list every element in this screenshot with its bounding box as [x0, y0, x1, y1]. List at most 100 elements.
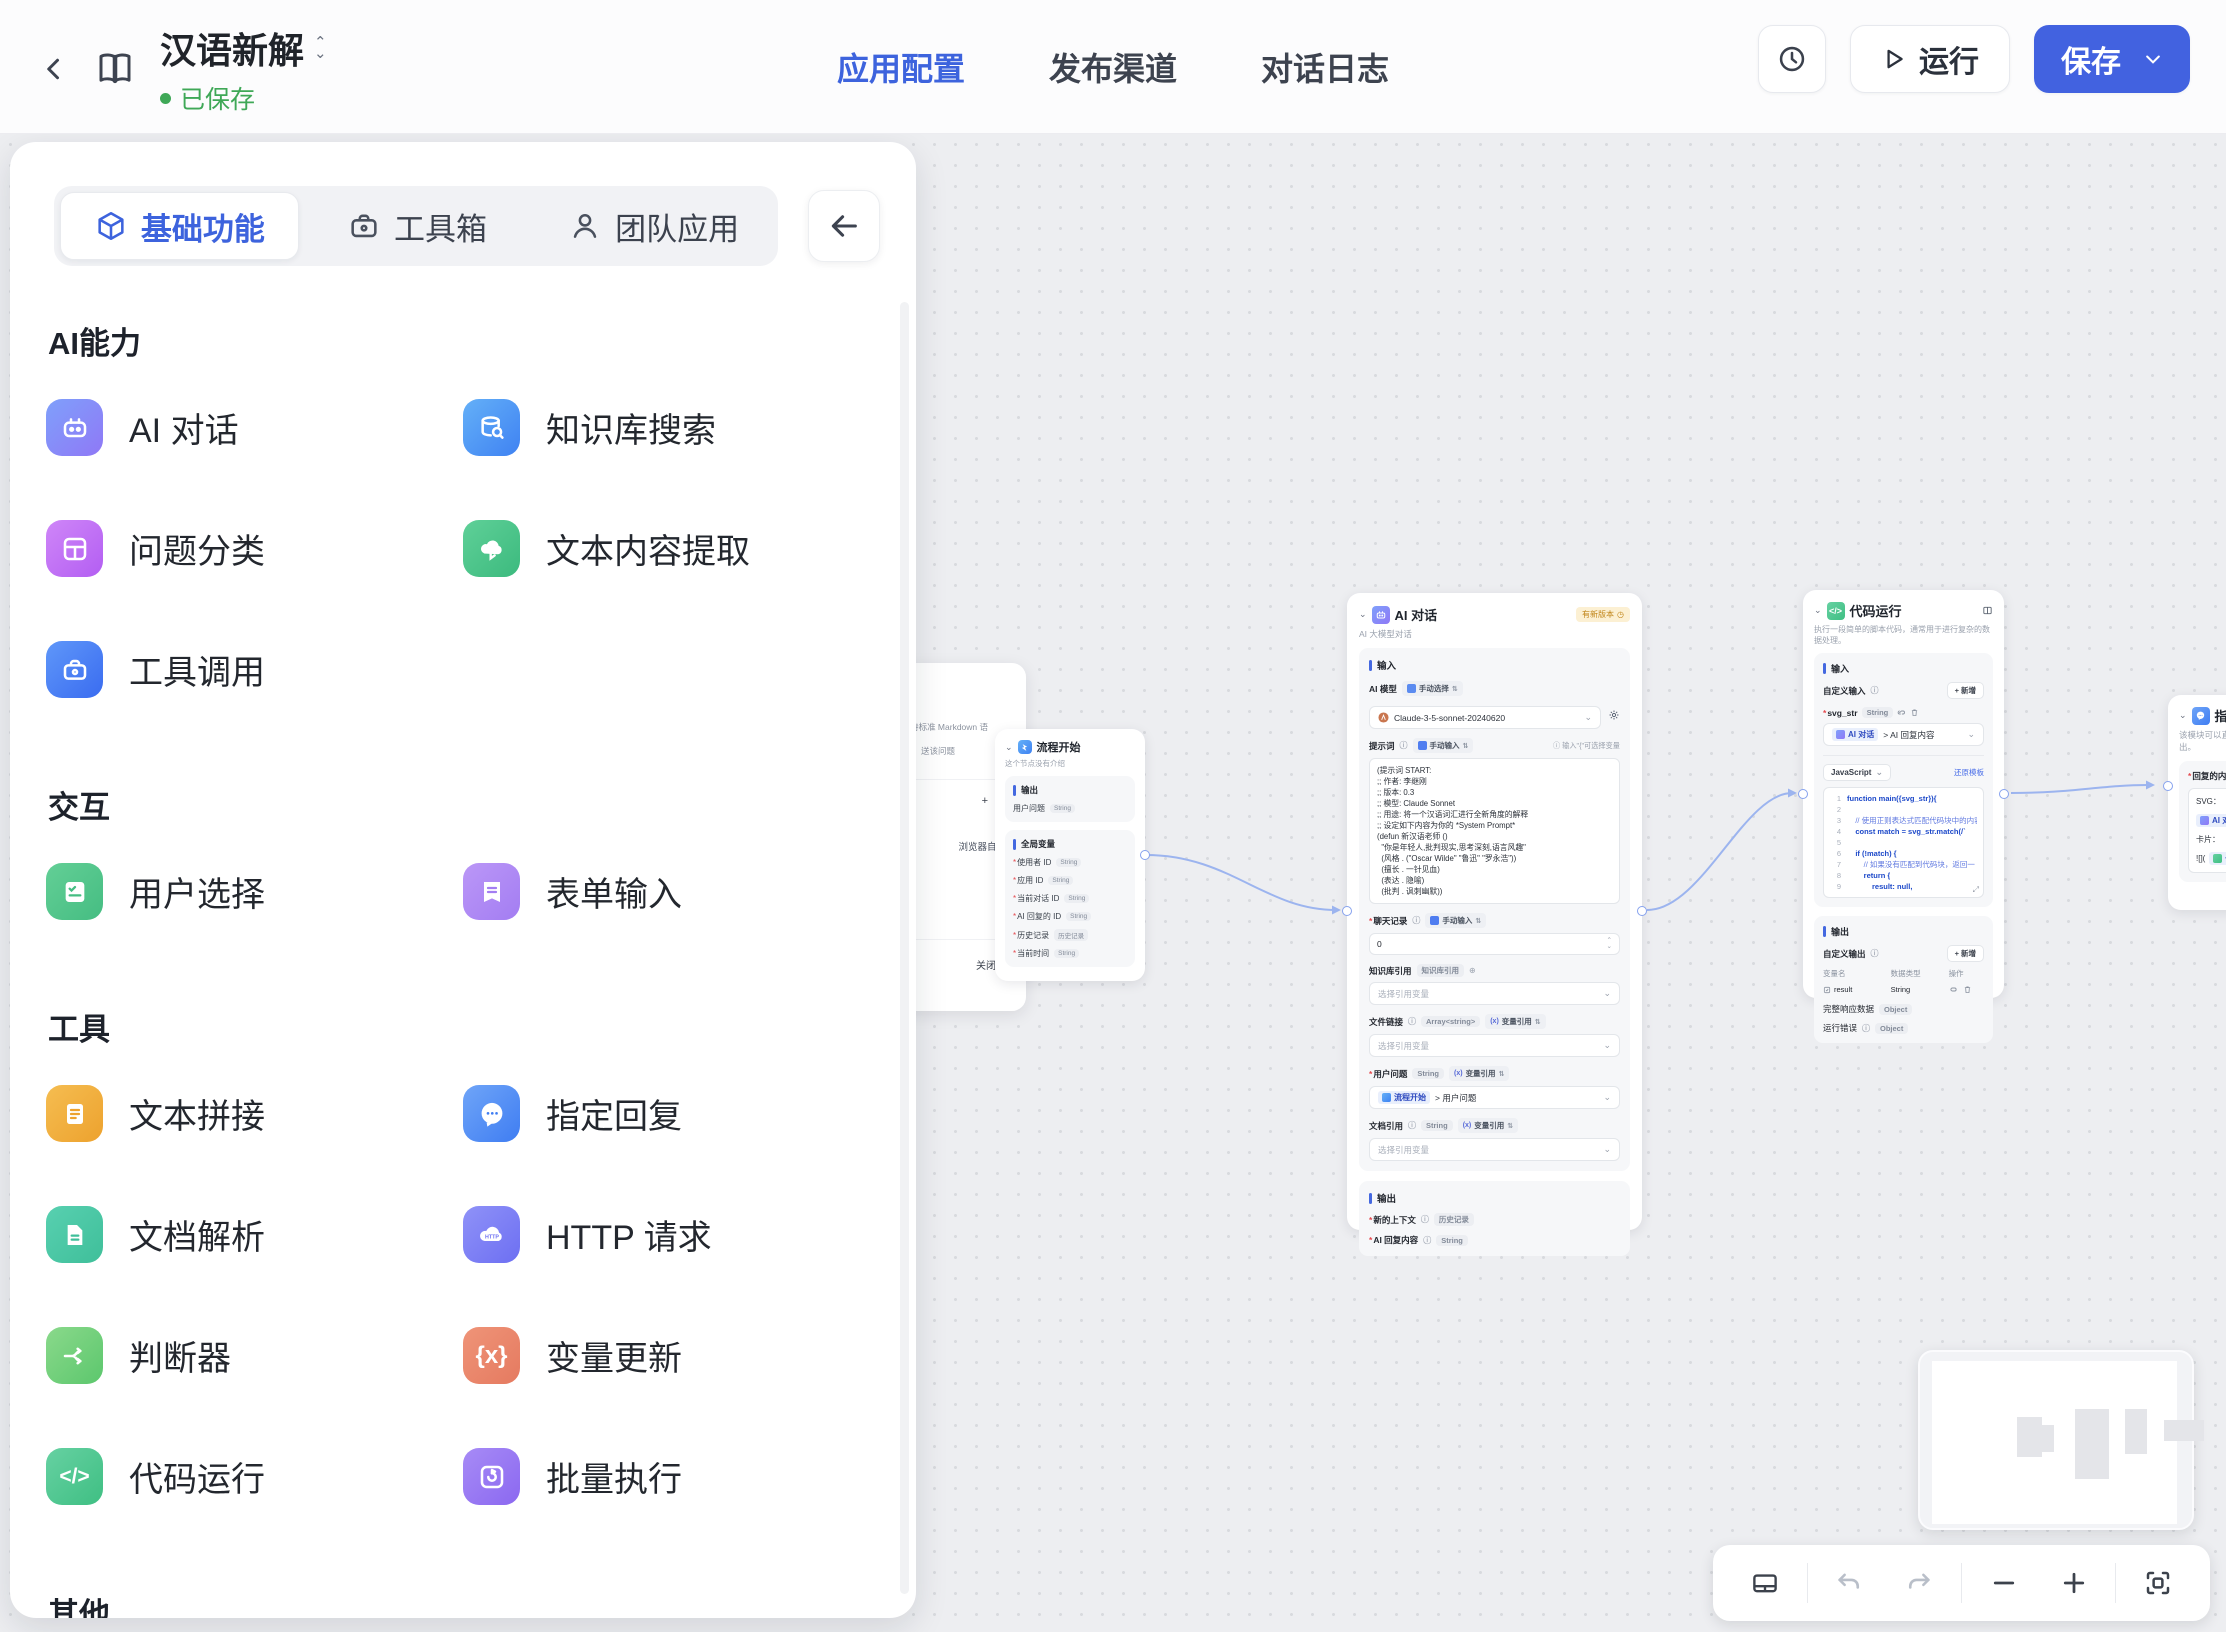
palette-item-variable-update[interactable]: {x} 变量更新	[463, 1327, 880, 1384]
mode-icon	[1406, 684, 1416, 693]
field-row: AI 回复的 IDString	[1013, 911, 1127, 922]
undo-button[interactable]	[1821, 1555, 1877, 1611]
cube-icon	[98, 211, 124, 241]
tab-publish-channels[interactable]: 发布渠道	[1049, 44, 1177, 90]
layout-icon[interactable]	[1982, 605, 1993, 616]
trash-icon[interactable]	[1910, 708, 1919, 717]
file-ref-select[interactable]: 选择引用变量 ⌄	[1369, 1034, 1620, 1057]
tab-toolbox[interactable]: 工具箱	[299, 192, 536, 260]
minimap[interactable]	[1918, 1350, 2204, 1530]
collapse-icon[interactable]: ⌄	[2179, 710, 2187, 721]
code-input-ref-select[interactable]: AI 对话 > AI 回复内容 ⌄	[1823, 723, 1984, 746]
input-port[interactable]	[1342, 906, 1352, 916]
undo-icon	[1838, 1573, 1860, 1589]
collapse-panel-button[interactable]	[808, 190, 880, 262]
palette-item-text-extract[interactable]: 文本内容提取	[463, 520, 880, 577]
zoom-out-button[interactable]	[1976, 1555, 2032, 1611]
input-port[interactable]	[2163, 781, 2173, 791]
node-specified-reply[interactable]: ⌄ 指定回复 该模块可以直接回出。 回复的内容ⓘ SVG： AI 对话 > 卡片…	[2163, 695, 2226, 910]
palette-item-question-classify[interactable]: 问题分类	[46, 520, 463, 577]
history-button[interactable]	[1758, 25, 1826, 93]
mode-badge[interactable]: (x) 变量引用 ⇅	[1485, 1014, 1546, 1029]
expand-icon[interactable]: ⤢	[1973, 885, 1979, 895]
palette-item-form-input[interactable]: 表单输入	[463, 863, 880, 920]
palette-item-tool-call[interactable]: 工具调用	[46, 641, 463, 698]
palette-item-batch-run[interactable]: 批量执行	[463, 1448, 880, 1505]
plus-icon	[2063, 1572, 2084, 1594]
mode-badge[interactable]: (x) 变量引用 ⇅	[1457, 1118, 1519, 1133]
doc-ref-select[interactable]: 选择引用变量 ⌄	[1369, 1138, 1620, 1161]
panel-scrollbar[interactable]	[900, 302, 909, 1594]
close-button[interactable]: 关闭	[976, 957, 996, 972]
model-select[interactable]: Claude-3-5-sonnet-20240620 ⌄	[1369, 706, 1601, 729]
mode-badge[interactable]: 手动输入 ⇅	[1425, 913, 1487, 928]
palette-item-judge[interactable]: 判断器	[46, 1327, 463, 1384]
flow-canvas[interactable]: ，支持标准 Markdown 语 送该问题 + 浏览器自带 关闭 ⌄ 流程开始 …	[0, 134, 2226, 1632]
fit-screen-icon	[2146, 1571, 2170, 1595]
person-icon	[573, 213, 597, 238]
mode-badge[interactable]: 手动输入 ⇅	[1412, 738, 1474, 753]
node-flow-start[interactable]: ⌄ 流程开始 这个节点没有介绍 输出 用户问题 String 全局变量 使用者 …	[995, 729, 1150, 981]
save-button[interactable]: 保存	[2034, 25, 2190, 93]
kb-ref-select[interactable]: 选择引用变量 ⌄	[1369, 982, 1620, 1005]
palette-item-kb-search[interactable]: 知识库搜索	[463, 399, 880, 456]
minimap-node-block	[2017, 1417, 2042, 1457]
output-port[interactable]	[1140, 850, 1150, 860]
fit-view-button[interactable]	[2130, 1555, 2186, 1611]
add-output-button[interactable]: + 新增	[1946, 945, 1984, 962]
zoom-in-button[interactable]	[2046, 1555, 2102, 1611]
palette-item-doc-parse[interactable]: 文档解析	[46, 1206, 463, 1263]
output-port[interactable]	[1999, 789, 2009, 799]
tab-app-config[interactable]: 应用配置	[837, 44, 965, 90]
field-row: 新的上下文ⓘ 历史记录	[1369, 1213, 1620, 1226]
collapse-icon[interactable]: ⌄	[1814, 605, 1822, 616]
trash-icon[interactable]	[1963, 985, 1972, 994]
link-icon[interactable]	[1949, 985, 1958, 994]
collapse-icon[interactable]: ⌄	[1359, 609, 1367, 620]
palette-item-specified-reply[interactable]: 指定回复	[463, 1085, 880, 1142]
input-port[interactable]	[1798, 789, 1808, 799]
prompt-editor[interactable]: (提示词 START: ;; 作者: 李继刚 ;; 版本: 0.3 ;; 模型:…	[1369, 758, 1620, 904]
palette-item-text-concat[interactable]: 文本拼接	[46, 1085, 463, 1142]
chat-history-stepper[interactable]: 0 ⌃ ⌄	[1369, 933, 1620, 955]
reset-template-link[interactable]: 还原模板	[1954, 767, 1984, 778]
back-icon[interactable]	[40, 54, 70, 84]
mode-badge[interactable]: 手动选择 ⇅	[1401, 681, 1463, 696]
add-input-button[interactable]: + 新增	[1946, 682, 1984, 699]
title-switcher-icon[interactable]: ⌃ ⌄	[314, 35, 327, 61]
language-select[interactable]: JavaScript ⌄	[1823, 764, 1892, 781]
link-icon[interactable]	[1897, 708, 1906, 717]
node-code-run[interactable]: ⌄ </> 代码运行 执行一段简单的脚本代码，通常用于进行复杂的数据处理。 输入…	[1798, 590, 2009, 1043]
ref-tag: 流程开始	[1378, 1091, 1430, 1104]
reply-content-editor[interactable]: SVG： AI 对话 > 卡片： ![]( 代码运	[2188, 788, 2226, 873]
minimap-node-block	[2164, 1420, 2204, 1441]
node-ai-chat[interactable]: ⌄ AI 对话 有新版本 ◷ AI 大模型对话 输入 AI 模型 手动选择 ⇅ Cl…	[1342, 593, 1647, 1256]
palette-item-user-select[interactable]: 用户选择	[46, 863, 463, 920]
reply-icon	[2191, 706, 2210, 725]
ai-chat-icon	[1371, 605, 1390, 624]
clock-icon: ◷	[1617, 610, 1624, 619]
code-editor[interactable]: 1 function main({svg_str}){ 2 3 // 使用正则表达…	[1823, 787, 1984, 898]
classify-icon	[46, 520, 103, 577]
palette-item-ai-chat[interactable]: AI 对话	[46, 399, 463, 456]
trackpad-mode-button[interactable]	[1737, 1555, 1793, 1611]
code-run-icon	[2213, 854, 2223, 863]
tab-chat-logs[interactable]: 对话日志	[1261, 44, 1389, 90]
stepper-arrows-icon[interactable]: ⌃ ⌄	[1607, 937, 1612, 950]
run-button[interactable]: 运行	[1850, 25, 2010, 93]
variable-update-icon: {x}	[463, 1327, 520, 1384]
redo-button[interactable]	[1891, 1555, 1947, 1611]
palette-item-http-request[interactable]: HTTP HTTP 请求	[463, 1206, 880, 1263]
gear-icon[interactable]	[1608, 709, 1620, 721]
add-icon[interactable]: ⊕	[1469, 966, 1476, 975]
new-version-badge[interactable]: 有新版本 ◷	[1576, 607, 1630, 622]
tab-team-apps[interactable]: 团队应用	[535, 192, 772, 260]
mode-badge[interactable]: (x) 变量引用 ⇅	[1449, 1066, 1510, 1081]
node-title: 流程开始	[1036, 742, 1081, 754]
collapse-icon[interactable]: ⌄	[1005, 742, 1013, 753]
tab-basic-functions[interactable]: 基础功能	[60, 192, 299, 260]
output-port[interactable]	[1637, 906, 1647, 916]
user-question-select[interactable]: 流程开始 > 用户问题 ⌄	[1369, 1086, 1620, 1109]
palette-item-code-run[interactable]: </> 代码运行	[46, 1448, 463, 1505]
doc-parse-icon	[46, 1206, 103, 1263]
